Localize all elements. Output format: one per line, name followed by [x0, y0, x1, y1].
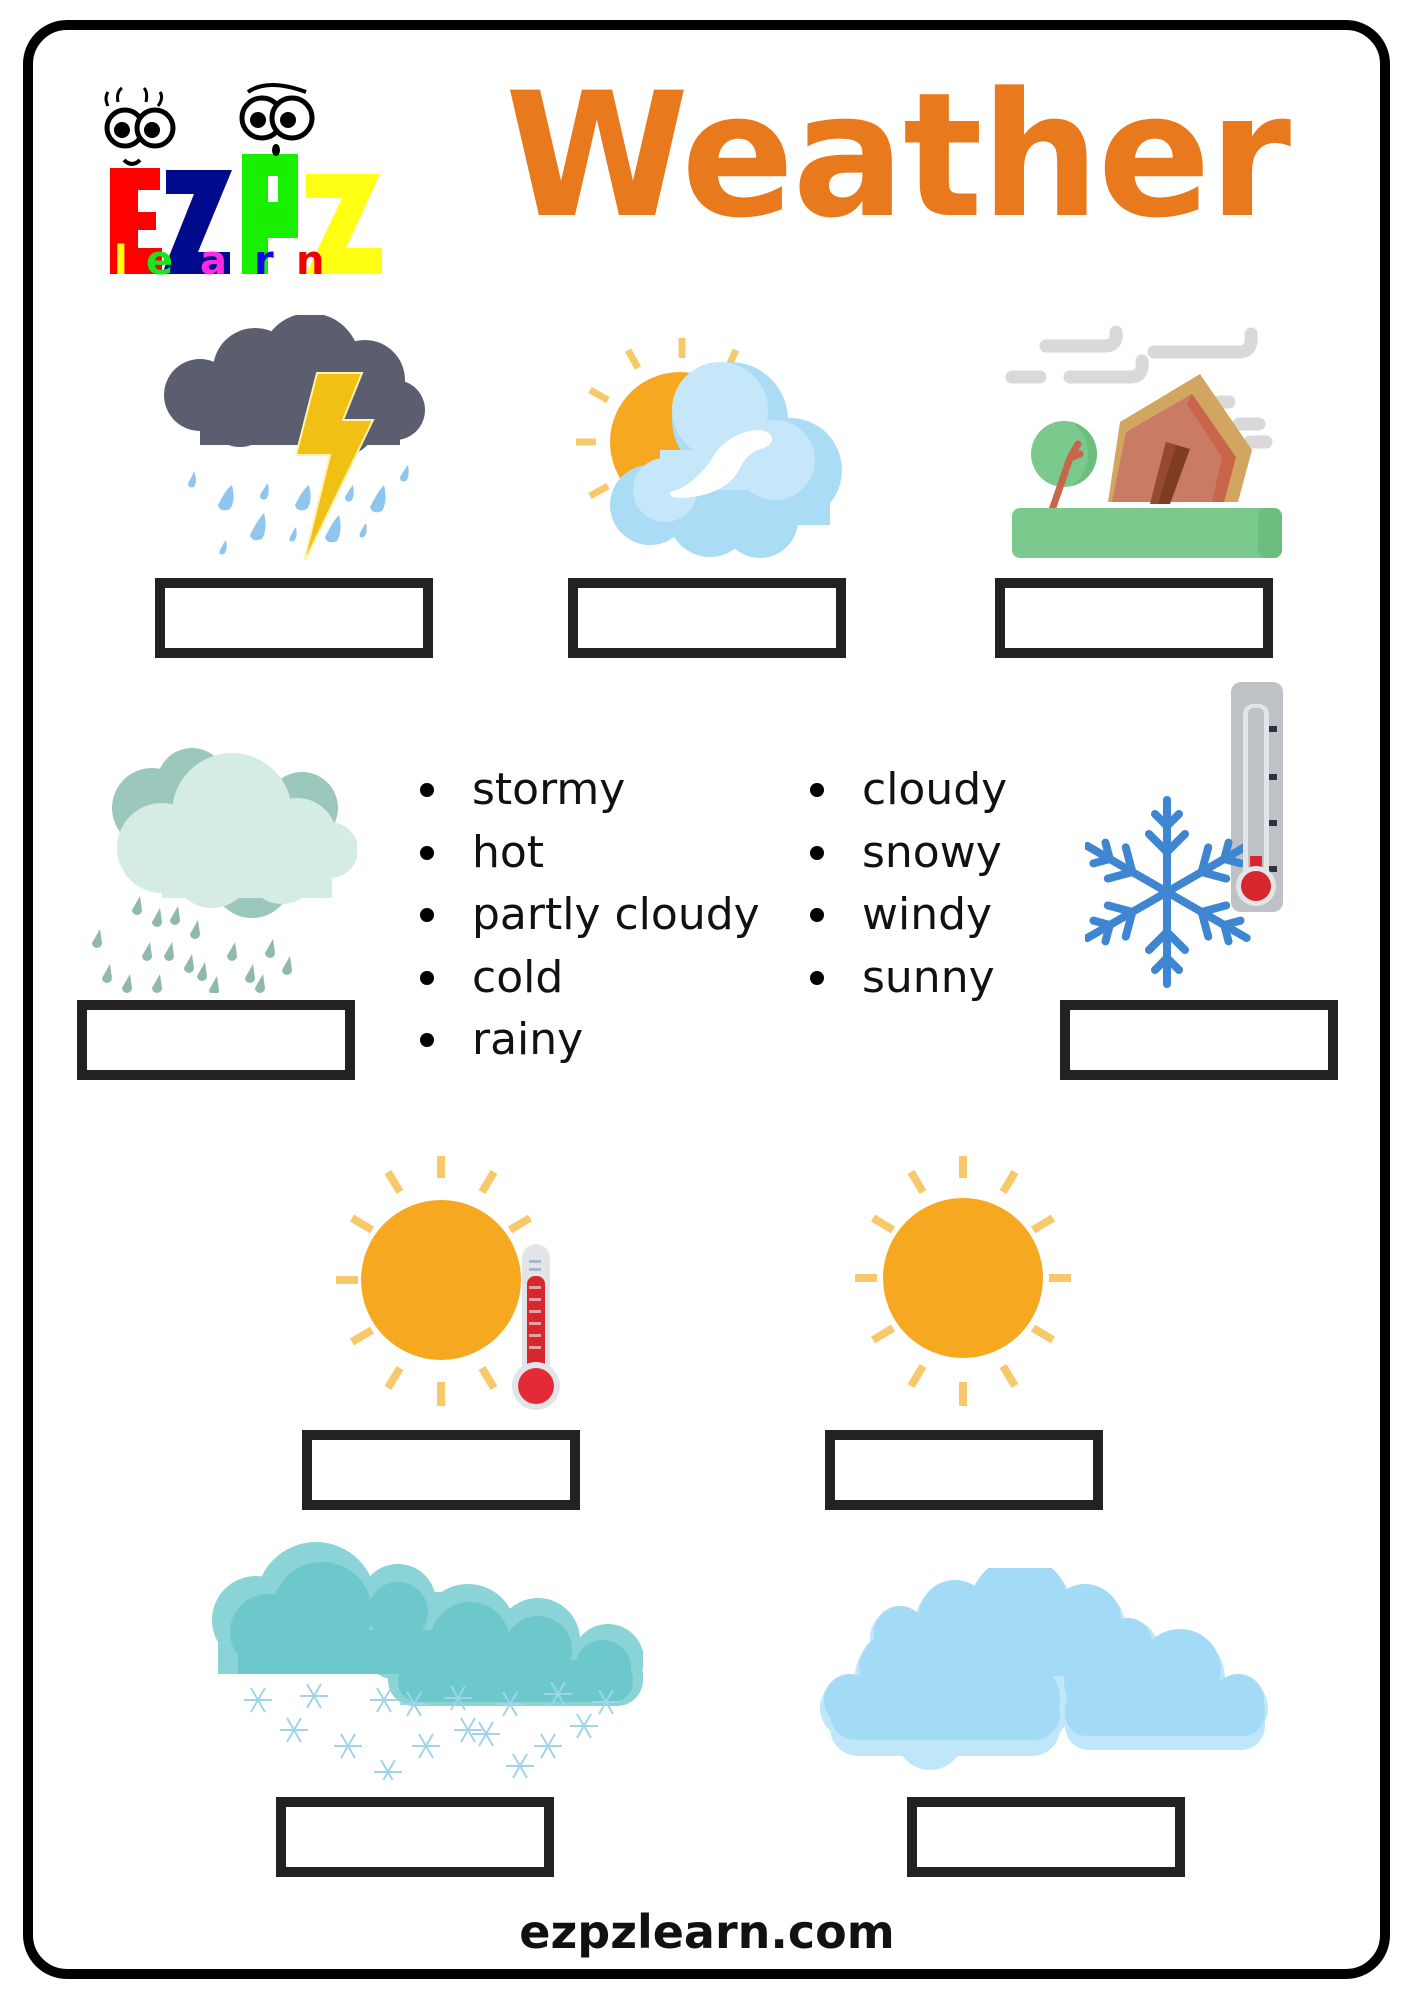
word-label: hot: [472, 826, 545, 878]
word-bank-column-1: stormy hot partly cloudy cold rainy: [418, 759, 760, 1072]
picture-cloudy: [810, 1568, 1285, 1778]
bullet-icon: [420, 970, 434, 985]
answer-box-snowy[interactable]: [276, 1797, 554, 1877]
word-bank-item: rainy: [418, 1009, 760, 1072]
word-bank-item: stormy: [418, 759, 760, 822]
answer-box-rainy[interactable]: [77, 1000, 355, 1080]
bullet-icon: [420, 845, 434, 860]
bullet-icon: [810, 845, 824, 860]
picture-stormy: [160, 315, 432, 560]
word-bank-item: windy: [808, 884, 1007, 947]
picture-sunny: [833, 1150, 1095, 1412]
picture-cold: [1085, 678, 1290, 993]
ezpz-learn-logo: l e a r n: [100, 68, 390, 278]
snow-clouds-icon: [212, 1542, 643, 1780]
snowflake-thermometer-icon: [1085, 682, 1283, 993]
picture-rainy: [82, 738, 357, 993]
word-label: partly cloudy: [472, 889, 760, 940]
picture-snowy: [198, 1540, 643, 1780]
answer-box-stormy[interactable]: [155, 578, 433, 658]
word-bank-item: sunny: [808, 947, 1007, 1010]
word-label: stormy: [472, 764, 626, 815]
page-title: Weather: [505, 55, 1291, 256]
logo-graphic: l e a r n: [104, 83, 382, 278]
footer-website: ezpzlearn.com: [519, 1905, 895, 1959]
wind-tilted-house-icon: [1005, 325, 1282, 558]
word-label: sunny: [862, 951, 995, 1003]
svg-text:a: a: [200, 238, 227, 278]
bullet-icon: [810, 908, 824, 922]
logo-learn-word: l e a r n: [114, 238, 324, 278]
answer-box-cloudy[interactable]: [907, 1797, 1185, 1877]
bullet-icon: [810, 970, 824, 985]
word-bank-column-2: cloudy snowy windy sunny: [808, 759, 1007, 1009]
answer-box-windy[interactable]: [995, 578, 1273, 658]
rain-cloud-icon: [92, 748, 357, 993]
answer-box-partly-cloudy[interactable]: [568, 578, 846, 658]
word-label: snowy: [862, 826, 1002, 878]
bullet-icon: [420, 1033, 434, 1047]
word-label: cold: [472, 951, 564, 1003]
svg-text:l: l: [114, 238, 128, 278]
storm-cloud-lightning-rain-icon: [164, 315, 425, 560]
svg-text:r: r: [254, 238, 274, 278]
sun-icon: [855, 1156, 1071, 1406]
answer-box-sunny[interactable]: [825, 1430, 1103, 1510]
sun-behind-cloud-icon: [576, 338, 842, 558]
logo-eyes-left: [104, 86, 176, 166]
picture-windy: [1002, 322, 1282, 562]
word-bank-item: snowy: [808, 822, 1007, 885]
answer-box-hot[interactable]: [302, 1430, 580, 1510]
picture-hot: [312, 1150, 574, 1412]
bullet-icon: [810, 783, 824, 797]
svg-text:n: n: [296, 238, 324, 278]
sun-thermometer-icon: [336, 1156, 560, 1410]
picture-partly-cloudy: [560, 320, 850, 560]
word-bank-item: cloudy: [808, 759, 1007, 822]
word-label: windy: [862, 889, 993, 940]
clouds-icon: [820, 1568, 1268, 1770]
svg-text:e: e: [146, 238, 173, 278]
word-bank-item: hot: [418, 822, 760, 885]
answer-box-cold[interactable]: [1060, 1000, 1338, 1080]
logo-eyes-right: [239, 83, 315, 156]
snowflake: [1085, 796, 1256, 984]
bullet-icon: [420, 908, 434, 922]
word-label: cloudy: [862, 764, 1008, 815]
bullet-icon: [420, 783, 434, 797]
word-label: rainy: [472, 1014, 584, 1065]
word-bank-item: partly cloudy: [418, 884, 760, 947]
word-bank-item: cold: [418, 947, 760, 1010]
